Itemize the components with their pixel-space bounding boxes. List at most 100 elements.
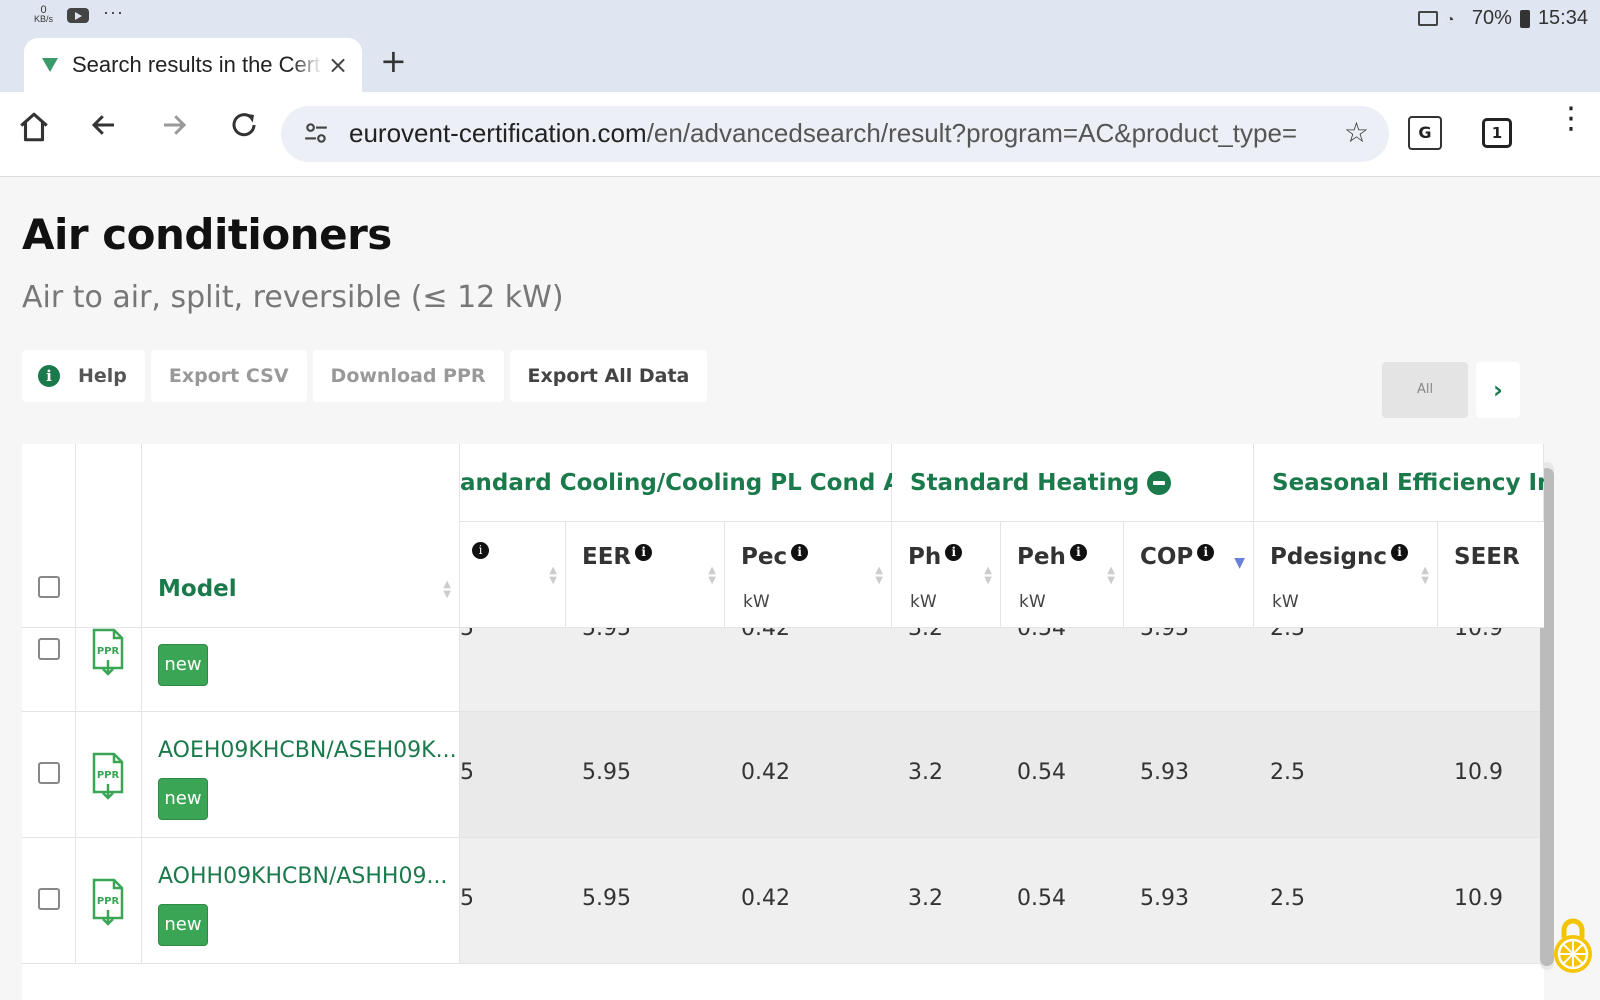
eer-cell-value: 5.95: [582, 760, 631, 785]
info-icon[interactable]: i: [1390, 544, 1408, 561]
row-checkbox[interactable]: [38, 762, 60, 784]
close-tab-icon[interactable]: ×: [328, 51, 348, 79]
eer-cell: 5.95: [566, 712, 725, 838]
sort-descending-icon: ▼: [1234, 555, 1245, 571]
youtube-icon: [67, 7, 90, 23]
new-badge: new: [158, 778, 208, 820]
sort-icon: ▲ ▼: [1421, 565, 1429, 586]
svg-text:PPR: PPR: [97, 770, 120, 781]
table-row: PPR AOEH09KHCBN/ASEH09K... new 5 5.95 0.42 3.2…: [22, 712, 1544, 838]
browser-tab[interactable]: Search results in the Certification ×: [24, 38, 362, 92]
peh-header-cell[interactable]: Peh i kW ▲ ▼: [1001, 522, 1124, 628]
table-row: PPR AOHH09KHCBN/ASHH09... new 5 5.95 0.42 3.2 0…: [22, 838, 1544, 964]
download-ppr-button[interactable]: Download PPR: [312, 350, 504, 402]
ph-cell: 3.2: [892, 712, 1001, 838]
group-seasonal-header: Seasonal Efficiency In: [1254, 444, 1544, 522]
network-speed-unit: KB/s: [34, 14, 54, 24]
ppr-download-icon[interactable]: PPR: [90, 628, 126, 676]
model-header-cell[interactable]: Model ▲ ▼: [142, 444, 460, 628]
info-icon[interactable]: i: [635, 544, 653, 561]
collapse-heating-icon[interactable]: [1147, 470, 1172, 495]
export-csv-button[interactable]: Export CSV: [150, 350, 307, 402]
sort-icon: ▲ ▼: [984, 565, 992, 586]
browser-menu-icon[interactable]: ⋮: [1556, 104, 1586, 134]
pdesignc-header-cell[interactable]: Pdesignc i kW ▲ ▼: [1254, 522, 1438, 628]
pec-cell-value: 0.42: [741, 886, 790, 911]
tab-switcher-button[interactable]: 1: [1482, 118, 1512, 148]
ppr-download-icon[interactable]: PPR: [90, 878, 126, 926]
row-checkbox[interactable]: [38, 888, 60, 910]
new-badge: new: [158, 904, 208, 946]
pdesignc-column-header: Pdesignc: [1270, 544, 1387, 570]
translate-icon[interactable]: G: [1408, 116, 1442, 150]
seer-cell: 10.9: [1438, 838, 1544, 964]
row-checkbox[interactable]: [38, 638, 60, 660]
seer-cell-value: 10.9: [1454, 886, 1503, 911]
site-settings-icon[interactable]: [303, 120, 329, 152]
url-text[interactable]: eurovent-certification.com/en/advancedse…: [349, 118, 1299, 149]
eer-column-header: EER: [582, 544, 632, 570]
select-cell: [22, 712, 76, 838]
export-all-data-button[interactable]: Export All Data: [509, 350, 708, 402]
forward-icon[interactable]: [154, 110, 194, 150]
cast-icon: [1417, 11, 1438, 26]
info-icon[interactable]: i: [472, 542, 489, 559]
ph-column-header: Ph: [908, 544, 942, 570]
sort-icon: ▲ ▼: [549, 565, 557, 586]
floating-help-icon[interactable]: [1550, 916, 1596, 976]
peh-column-header: Peh: [1017, 544, 1066, 570]
battery-icon: [1519, 9, 1530, 28]
eer-header-cell[interactable]: EER i ▲ ▼: [566, 522, 725, 628]
ph-cell-value: 3.2: [908, 760, 943, 785]
pc-cell: 5: [460, 838, 566, 964]
more-notifications-icon: ···: [103, 1, 124, 22]
info-icon[interactable]: i: [1069, 544, 1087, 561]
model-link[interactable]: AOHH09KHCBN/ASHH09...: [158, 864, 447, 889]
help-button[interactable]: i Help: [22, 350, 145, 402]
back-icon[interactable]: [84, 110, 124, 150]
select-all-checkbox[interactable]: [38, 576, 60, 598]
seer-column-header: SEER: [1454, 544, 1520, 570]
sort-icon: ▲ ▼: [1107, 565, 1115, 586]
seer-cell: 10.9: [1438, 712, 1544, 838]
cop-cell-value: 5.93: [1140, 760, 1189, 785]
sort-icon: ▲ ▼: [875, 565, 883, 586]
pdesignc-cell-value: 2.5: [1270, 886, 1305, 911]
url-host: eurovent-certification.com: [349, 118, 647, 148]
ppr-cell: PPR: [76, 838, 142, 964]
cop-header-cell[interactable]: COP i ▼: [1124, 522, 1254, 628]
pec-header-cell[interactable]: Pec i kW ▲ ▼: [725, 522, 892, 628]
sort-icon: ▲ ▼: [708, 565, 716, 586]
pec-column-header: Pec: [741, 544, 788, 570]
next-page-button[interactable]: ›: [1476, 362, 1520, 418]
pec-cell: 0.42: [725, 838, 892, 964]
group-heating-header: Standard Heating: [892, 444, 1254, 522]
pec-cell: 0.42: [725, 712, 892, 838]
info-icon[interactable]: i: [945, 544, 963, 561]
model-cell: AOEH09KHCBN/ASEH09K... new: [142, 712, 460, 838]
page-size-select[interactable]: All: [1382, 362, 1468, 418]
info-icon[interactable]: i: [1197, 544, 1215, 561]
seer-header-cell[interactable]: SEER: [1438, 522, 1544, 628]
pc-header-cell[interactable]: i ▲ ▼: [460, 522, 566, 628]
home-icon[interactable]: [14, 110, 54, 150]
battery-percent: 70%: [1471, 7, 1512, 29]
info-icon: i: [38, 365, 60, 387]
help-label: Help: [78, 365, 127, 387]
ppr-header-cell: [76, 444, 142, 628]
ph-header-cell[interactable]: Ph i kW ▲ ▼: [892, 522, 1001, 628]
reload-icon[interactable]: [224, 110, 264, 150]
bookmark-star-icon[interactable]: ☆: [1344, 116, 1369, 149]
model-column-header: Model: [158, 576, 237, 602]
clock: 15:34: [1537, 7, 1588, 29]
browser-toolbar: eurovent-certification.com/en/advancedse…: [0, 92, 1600, 177]
group-cooling-label: andard Cooling/Cooling PL Cond A: [460, 469, 902, 496]
model-link[interactable]: AOEH09KHCBN/ASEH09K...: [158, 738, 457, 763]
cop-cell-value: 5.93: [1140, 886, 1189, 911]
ppr-download-icon[interactable]: PPR: [90, 752, 126, 800]
info-icon[interactable]: i: [791, 544, 809, 561]
address-bar[interactable]: eurovent-certification.com/en/advancedse…: [281, 106, 1389, 162]
pec-unit: kW: [743, 592, 770, 612]
ph-cell-value: 3.2: [908, 886, 943, 911]
new-tab-button[interactable]: +: [380, 42, 407, 80]
